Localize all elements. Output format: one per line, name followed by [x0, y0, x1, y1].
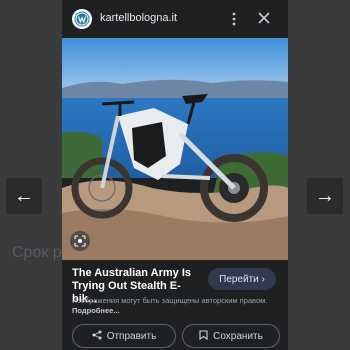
share-button[interactable]: Отправить [72, 324, 176, 348]
save-button[interactable]: Сохранить [182, 324, 280, 348]
site-name[interactable]: kartellbologna.it [100, 12, 177, 24]
share-icon [92, 330, 102, 343]
share-label: Отправить [106, 330, 157, 342]
preview-image[interactable] [62, 38, 288, 260]
chevron-right-icon: › [258, 273, 265, 285]
arrow-right-icon: → [315, 184, 335, 207]
open-button-label: Перейти [219, 273, 259, 285]
card-header: kartellbologna.it [62, 0, 288, 38]
ebike-photo [62, 38, 288, 260]
learn-more-link[interactable]: Подробнее... [72, 306, 120, 315]
image-preview-card: kartellbologna.it The Australian Army Is… [62, 0, 288, 350]
bookmark-icon [199, 329, 208, 343]
copyright-text: Изображения могут быть защищены авторски… [72, 296, 268, 305]
previous-button[interactable]: ← [6, 178, 42, 214]
background-text: Срок р [12, 244, 62, 261]
more-vertical-icon[interactable] [228, 11, 240, 27]
save-label: Сохранить [213, 330, 263, 342]
copyright-notice: Изображения могут быть защищены авторски… [72, 296, 282, 316]
close-icon[interactable] [256, 10, 272, 26]
open-button[interactable]: Перейти › [208, 268, 276, 290]
next-button[interactable]: → [307, 178, 343, 214]
arrow-left-icon: ← [14, 184, 34, 207]
google-lens-icon[interactable] [70, 231, 90, 251]
wordpress-icon[interactable] [72, 9, 92, 29]
